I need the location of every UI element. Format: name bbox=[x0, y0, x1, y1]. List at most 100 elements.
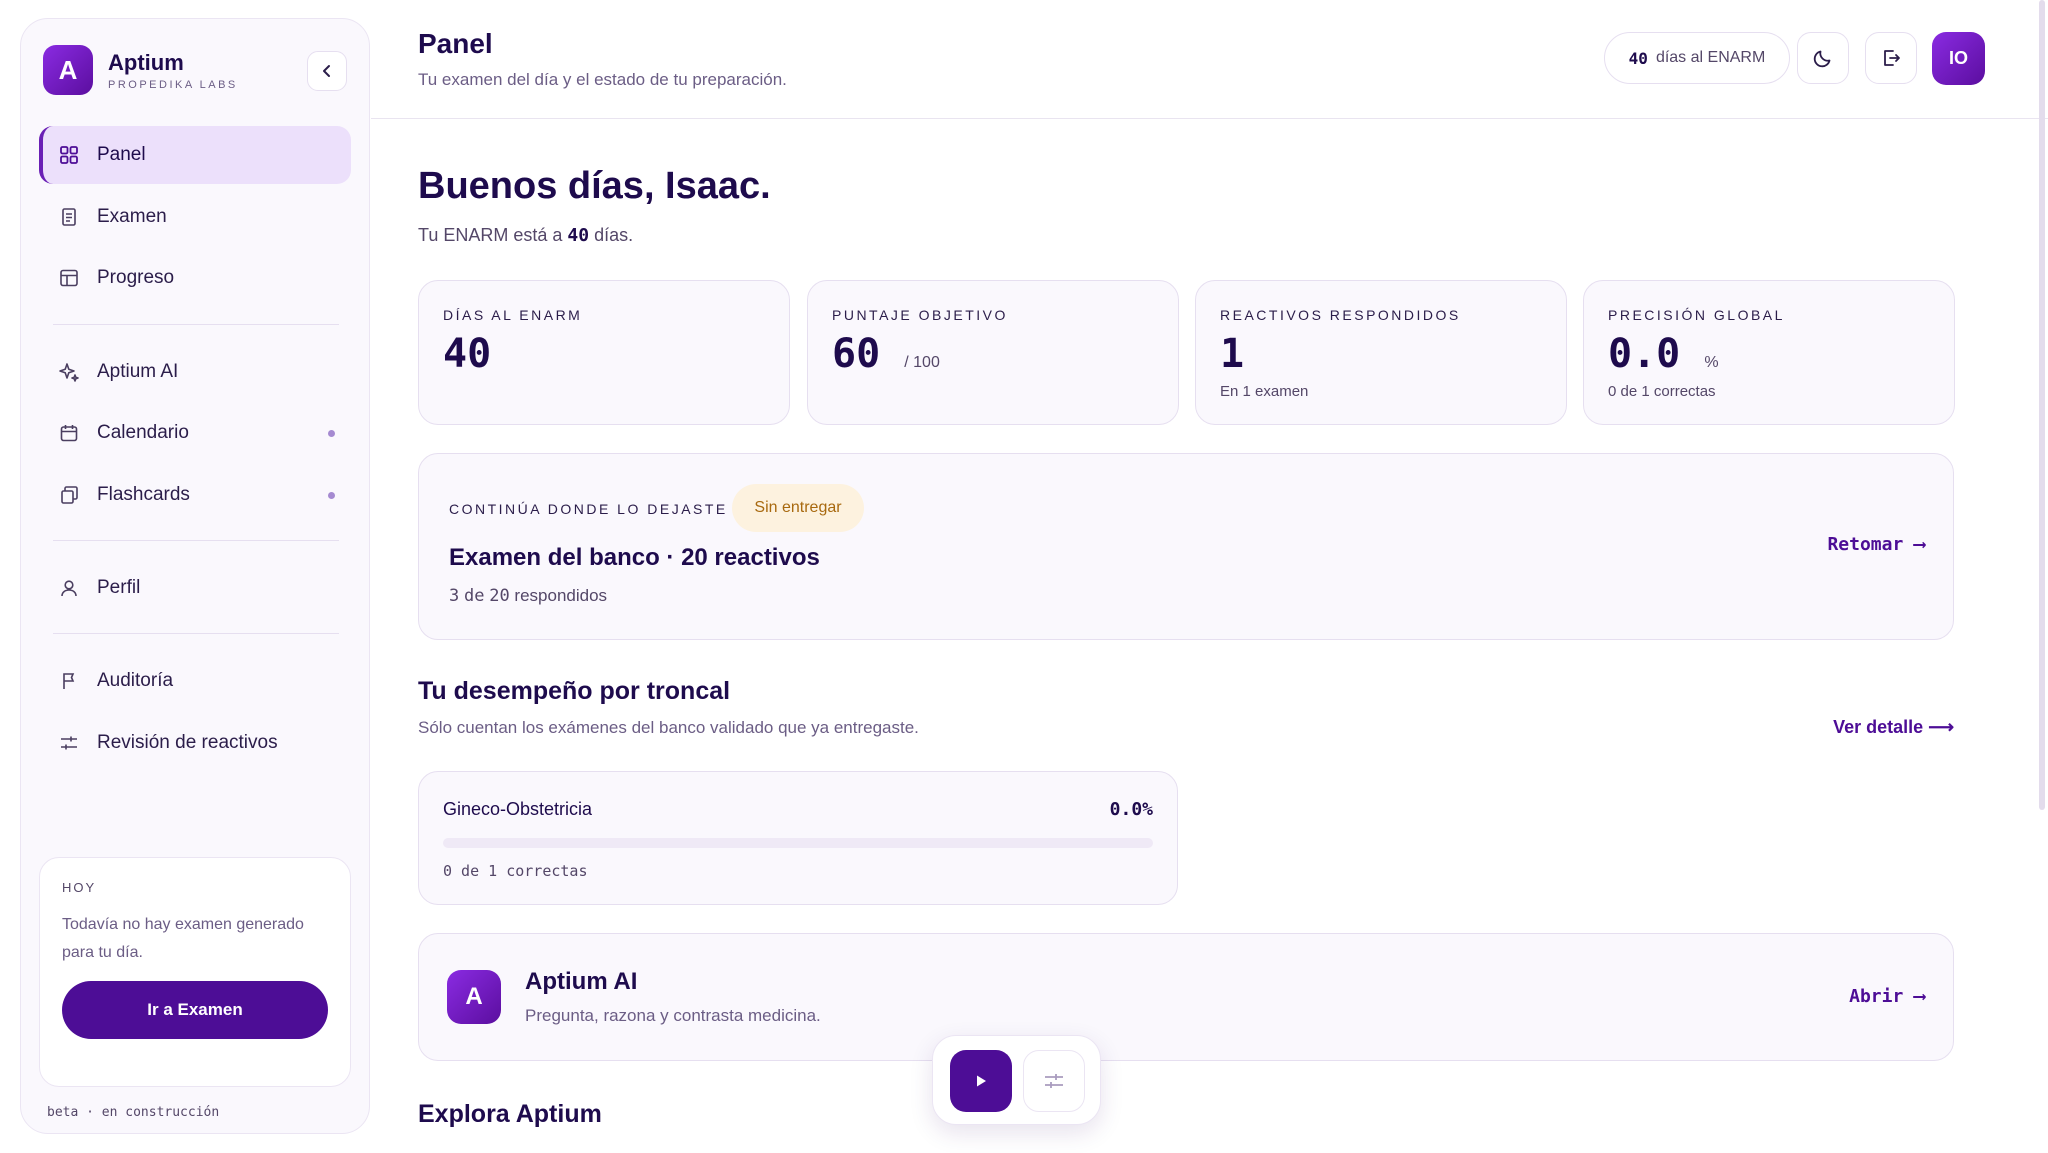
floating-toolbar bbox=[932, 1035, 1101, 1125]
moon-icon bbox=[1813, 50, 1831, 68]
troncal-progress-bar bbox=[443, 838, 1153, 848]
greeting-title: Buenos días, Isaac. bbox=[418, 165, 771, 207]
stat-value: 1 bbox=[1220, 331, 1245, 377]
arrow-right-icon: ⟶ bbox=[1928, 717, 1954, 737]
stat-value: 60 / 100 bbox=[832, 331, 940, 377]
stat-note: 0 de 1 correctas bbox=[1608, 383, 1716, 400]
resume-label: CONTINÚA DONDE LO DEJASTE bbox=[449, 501, 728, 517]
stat-unit: % bbox=[1704, 354, 1719, 371]
avatar[interactable]: IO bbox=[1932, 32, 1985, 85]
notification-dot bbox=[328, 491, 335, 499]
ai-subtitle: Pregunta, razona y contrasta medicina. bbox=[525, 1006, 821, 1025]
days-label: días al ENARM bbox=[1655, 49, 1766, 66]
play-button[interactable] bbox=[950, 1050, 1012, 1112]
status-badge: Sin entregar bbox=[732, 484, 864, 532]
flag-icon bbox=[57, 669, 81, 693]
stat-label: DÍAS AL ENARM bbox=[443, 307, 583, 323]
go-to-exam-button[interactable]: Ir a Examen bbox=[62, 981, 328, 1039]
sidebar-item-panel[interactable]: Panel bbox=[39, 126, 351, 184]
count-suffix: respondidos bbox=[514, 586, 608, 605]
view-detail-link[interactable]: Ver detalle ⟶ bbox=[1833, 717, 1954, 738]
collapse-sidebar-button[interactable] bbox=[307, 51, 347, 91]
stat-label: PUNTAJE OBJETIVO bbox=[832, 307, 1008, 323]
greeting-suffix: días. bbox=[594, 225, 634, 245]
stat-card-answered: REACTIVOS RESPONDIDOS 1 En 1 examen bbox=[1195, 280, 1567, 425]
stat-unit: / 100 bbox=[904, 354, 940, 371]
sidebar-divider bbox=[53, 540, 339, 541]
troncal-card[interactable]: Gineco-Obstetricia 0.0% 0 de 1 correctas bbox=[418, 771, 1178, 905]
today-label: HOY bbox=[62, 880, 97, 895]
sidebar-item-label: Examen bbox=[97, 206, 167, 227]
sidebar-item-progreso[interactable]: Progreso bbox=[39, 249, 351, 307]
cards-icon bbox=[57, 483, 81, 507]
stat-value: 0.0 % bbox=[1608, 331, 1719, 377]
today-text: Todavía no hay examen generado para tu d… bbox=[62, 916, 304, 961]
beta-label: beta · en construcción bbox=[47, 1105, 220, 1120]
brand[interactable]: A Aptium PROPEDIKA LABS bbox=[43, 45, 238, 95]
resume-link[interactable]: Retomar ⟶ bbox=[1827, 534, 1925, 555]
greeting-days: 40 bbox=[567, 225, 590, 246]
performance-subtitle: Sólo cuentan los exámenes del banco vali… bbox=[418, 718, 919, 737]
troncal-name: Gineco-Obstetricia bbox=[443, 799, 593, 819]
ai-logo: A bbox=[447, 970, 501, 1024]
brand-subtitle: PROPEDIKA LABS bbox=[108, 78, 238, 91]
days-to-enarm-pill: 40 días al ENARM bbox=[1604, 32, 1790, 84]
count-total: 20 bbox=[489, 586, 510, 606]
theme-toggle-button[interactable] bbox=[1797, 32, 1849, 84]
open-ai-link[interactable]: Abrir ⟶ bbox=[1849, 986, 1925, 1007]
resume-link-label: Retomar bbox=[1827, 534, 1904, 555]
page-title: Panel bbox=[418, 28, 493, 59]
ai-title: Aptium AI bbox=[525, 968, 638, 995]
stat-note: En 1 examen bbox=[1220, 383, 1309, 400]
sliders-icon bbox=[1045, 1074, 1063, 1088]
sidebar-item-flashcards[interactable]: Flashcards bbox=[39, 466, 351, 524]
sidebar-item-examen[interactable]: Examen bbox=[39, 188, 351, 246]
brand-name: Aptium bbox=[108, 49, 184, 75]
sidebar-item-label: Perfil bbox=[97, 577, 141, 598]
sidebar: A Aptium PROPEDIKA LABS Panel Examen Pro… bbox=[20, 18, 370, 1134]
troncal-percent: 0.0% bbox=[1109, 799, 1153, 820]
sliders-icon bbox=[57, 731, 81, 755]
sidebar-item-perfil[interactable]: Perfil bbox=[39, 559, 351, 617]
troncal-note: 0 de 1 correctas bbox=[443, 862, 588, 880]
sidebar-item-revision[interactable]: Revisión de reactivos bbox=[39, 714, 351, 772]
stat-card-target-score: PUNTAJE OBJETIVO 60 / 100 bbox=[807, 280, 1179, 425]
count-done: 3 bbox=[449, 586, 460, 606]
stat-value: 40 bbox=[443, 331, 492, 377]
stat-card-accuracy: PRECISIÓN GLOBAL 0.0 % 0 de 1 correctas bbox=[1583, 280, 1955, 425]
user-icon bbox=[57, 576, 81, 600]
sidebar-item-aptium-ai[interactable]: Aptium AI bbox=[39, 343, 351, 401]
count-word: de bbox=[463, 586, 485, 606]
aptium-ai-card[interactable]: A Aptium AI Pregunta, razona y contrasta… bbox=[418, 933, 1954, 1061]
sidebar-item-label: Progreso bbox=[97, 267, 175, 288]
brand-logo: A bbox=[43, 45, 93, 95]
chevron-left-icon bbox=[323, 65, 330, 77]
greeting-prefix: Tu ENARM está a bbox=[418, 225, 563, 245]
notification-dot bbox=[328, 429, 335, 437]
sidebar-item-label: Aptium AI bbox=[97, 361, 179, 382]
scrollbar[interactable] bbox=[2036, 0, 2048, 820]
arrow-right-icon: ⟶ bbox=[1914, 534, 1925, 555]
view-detail-label: Ver detalle bbox=[1833, 717, 1924, 737]
sidebar-item-label: Revisión de reactivos bbox=[97, 732, 278, 753]
play-icon bbox=[977, 1075, 986, 1087]
sidebar-item-label: Panel bbox=[97, 144, 146, 165]
sidebar-item-label: Auditoría bbox=[97, 670, 174, 691]
resume-card[interactable]: CONTINÚA DONDE LO DEJASTE Sin entregar E… bbox=[418, 453, 1954, 640]
calendar-icon bbox=[57, 421, 81, 445]
settings-button[interactable] bbox=[1023, 1050, 1085, 1112]
logout-button[interactable] bbox=[1865, 32, 1917, 84]
sidebar-item-calendario[interactable]: Calendario bbox=[39, 404, 351, 462]
page-subtitle: Tu examen del día y el estado de tu prep… bbox=[418, 70, 787, 89]
today-card: HOY Todavía no hay examen generado para … bbox=[39, 857, 351, 1087]
arrow-right-icon: ⟶ bbox=[1914, 986, 1925, 1007]
performance-title: Tu desempeño por troncal bbox=[418, 677, 731, 705]
logout-icon bbox=[1884, 50, 1900, 66]
resume-count: 3 de 20 respondidos bbox=[449, 586, 607, 606]
top-bar: Panel Tu examen del día y el estado de t… bbox=[371, 0, 2048, 119]
sidebar-item-label: Calendario bbox=[97, 422, 189, 443]
table-icon bbox=[57, 266, 81, 290]
sidebar-item-auditoria[interactable]: Auditoría bbox=[39, 652, 351, 710]
greeting-subtitle: Tu ENARM está a 40 días. bbox=[418, 225, 633, 246]
sidebar-item-label: Flashcards bbox=[97, 484, 190, 505]
